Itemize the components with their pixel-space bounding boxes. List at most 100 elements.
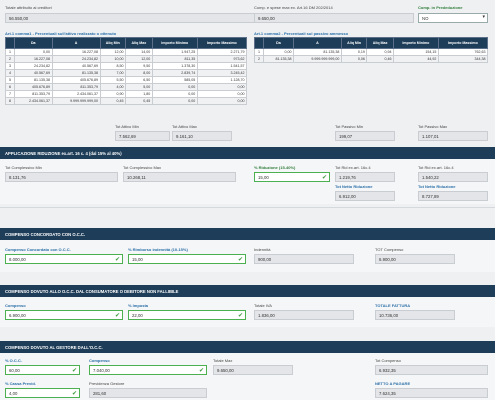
table-cell: 1.541,57 (196, 62, 248, 70)
passivo-table: Da A Aliq Min Aliq Max Importo Minimo Importo… (254, 37, 489, 63)
tot-complessivo-max-field: 10.268,11 (123, 172, 236, 182)
tot-rid-max-field: 1.540,22 (418, 172, 488, 182)
tot-passivo-min-field: 199,07 (335, 131, 395, 141)
table-cell: 1 (5, 48, 15, 56)
cassa-previd-input[interactable]: 4,00 ✔ (5, 388, 80, 398)
chevron-down-icon: ▾ (482, 14, 485, 20)
table-cell: 9,50 (125, 62, 153, 70)
table-row: 1 0,00 16.227,08 12,00 14,00 1.947,25 2.271,79 (5, 48, 248, 56)
totale-attribuito-field: 56.550,00 (5, 13, 255, 23)
indennita-field: 900,00 (254, 254, 354, 264)
compenso-dovuto-label: Compenso (5, 303, 26, 308)
netto-pagare-field: 7.624,35 (375, 388, 488, 398)
table-cell: 0,00 (151, 83, 198, 91)
perc-riduzione-value: 15,00 (258, 175, 269, 180)
compenso-dovuto-input[interactable]: 6.900,00 ✔ (5, 310, 123, 320)
column-header: Aliq Min (340, 37, 368, 49)
column-header: A (292, 37, 342, 49)
table-cell: 973,62 (196, 55, 248, 63)
table-cell: 1.128,70 (196, 76, 248, 84)
table-cell: 154,15 (392, 48, 439, 56)
table-cell: 10,00 (99, 55, 127, 63)
table-cell: 9.999.999.999,00 (292, 55, 342, 63)
table-cell: 2.839,74 (151, 69, 198, 77)
prededuzione-value: NO (422, 16, 429, 21)
cassa-previd-value: 4,00 (9, 391, 18, 396)
check-icon: ✔ (114, 256, 120, 263)
table-cell: 6 (5, 83, 15, 91)
table-cell: 1,80 (125, 90, 153, 98)
compenso-gestore-input[interactable]: 7.040,00 ✔ (89, 365, 207, 375)
table-cell: 0,45 (99, 97, 127, 105)
compenso-concordato-value: 8.000,00 (9, 257, 26, 262)
table-cell: 24.234,82 (51, 55, 101, 63)
column-header (5, 37, 15, 49)
table-cell: 7 (5, 90, 15, 98)
table-cell: 2 (5, 55, 15, 63)
column-header: Da (262, 37, 294, 49)
tot-attivo-min-label: Tot Attivo Min (115, 124, 139, 129)
check-icon: ✔ (198, 367, 204, 374)
table-cell: 81.135,38 (292, 48, 342, 56)
column-header: Importo Minimo (392, 37, 439, 49)
table-row: 2 16.227,08 24.234,82 10,00 12,00 811,35 973,6… (5, 55, 248, 63)
compenso-gestore-value: 7.040,00 (93, 368, 110, 373)
table-cell: 1.947,25 (151, 48, 198, 56)
tot-rid-min-label: Tot Rid ex.art. 16c.4 (335, 165, 371, 170)
imposta-value: 22,00 (132, 313, 143, 318)
tot-netto-min-label: Tot Netto Riduzione (335, 184, 373, 189)
prededuzione-label: Comp. in Prededuzione (418, 5, 463, 10)
table-cell: 3.245,42 (196, 69, 248, 77)
column-header: Aliq Max (125, 37, 153, 49)
table-cell: 0,45 (125, 97, 153, 105)
column-header (254, 37, 264, 49)
table-row: 5 81.135,38 405.676,89 5,50 6,50 585,05 1.128,… (5, 76, 248, 84)
tot-passivo-max-field: 1.107,01 (418, 131, 488, 141)
tot-netto-max-field: 8.727,89 (418, 191, 488, 201)
tot-complessivo-min-field: 8.131,76 (5, 172, 118, 182)
table-row: 4 40.567,69 81.135,38 7,00 8,00 2.839,74 3.245… (5, 69, 248, 77)
table-cell: 2.434.061,37 (51, 90, 101, 98)
cassa-previd-label: % Cassa Previd. (5, 381, 36, 386)
table-cell: 405.676,89 (51, 76, 101, 84)
tot-complessivo-max-label: Tot Complessivo Max (123, 165, 162, 170)
table-cell: 12,00 (125, 55, 153, 63)
riduzione-section-header: APPLICAZIONE RIDUZIONE ex.art. 16 c. 4 (… (0, 147, 495, 159)
table-cell: 24.234,82 (14, 62, 53, 70)
table-cell: 405.676,89 (14, 83, 53, 91)
totale-iva-label: Totale IVA (254, 303, 272, 308)
check-icon: ✔ (237, 256, 243, 263)
column-header: Importo Minimo (151, 37, 198, 49)
table-cell: 585,05 (151, 76, 198, 84)
table-cell: 81.135,38 (14, 76, 53, 84)
prededuzione-select[interactable]: NO ▾ (418, 13, 488, 23)
table-cell: 7,00 (99, 69, 127, 77)
imposta-input[interactable]: 22,00 ✔ (128, 310, 246, 320)
table-cell: 0,00 (196, 97, 248, 105)
totale-max-label: Totale Max (213, 358, 233, 363)
table-cell: 344,38 (437, 55, 489, 63)
table-cell: 0,94 (366, 48, 394, 56)
perc-riduzione-input[interactable]: 15,00 ✔ (254, 172, 330, 182)
tot-compenso-gestore-label: Tot Compenso (375, 358, 401, 363)
table-cell: 9.999.999.999,00 (51, 97, 101, 105)
table-row: 7 811.353,79 2.434.061,37 0,90 1,80 0,00 0,00 (5, 90, 248, 98)
table-cell: 12,00 (99, 48, 127, 56)
table-row: 1 0,00 81.135,38 0,19 0,94 154,15 762,63 (254, 48, 489, 56)
perc-occ-input[interactable]: 60,00 ✔ (5, 365, 80, 375)
table-cell: 40.567,69 (14, 69, 53, 77)
compenso-gestore-label: Compenso (89, 358, 110, 363)
table-cell: 4 (5, 69, 15, 77)
previdenza-gestore-field: 281,60 (89, 388, 207, 398)
compenso-concordato-input[interactable]: 8.000,00 ✔ (5, 254, 123, 264)
table-cell: 762,63 (437, 48, 489, 56)
totale-fattura-label: TOTALE FATTURA (375, 303, 411, 308)
tot-rid-max-label: Tot Rid ex.art. 16c.4 (418, 165, 454, 170)
table-cell: 811.353,79 (14, 90, 53, 98)
table-cell: 1.378,30 (151, 62, 198, 70)
table-cell: 16.227,08 (14, 55, 53, 63)
table-cell: 3 (5, 62, 15, 70)
gestore-section-header: COMPENSO DOVUTO AL GESTORE DALL'O.C.C. (0, 341, 495, 353)
table-cell: 0,00 (151, 90, 198, 98)
rimborso-indennita-input[interactable]: 15,00 ✔ (128, 254, 246, 264)
